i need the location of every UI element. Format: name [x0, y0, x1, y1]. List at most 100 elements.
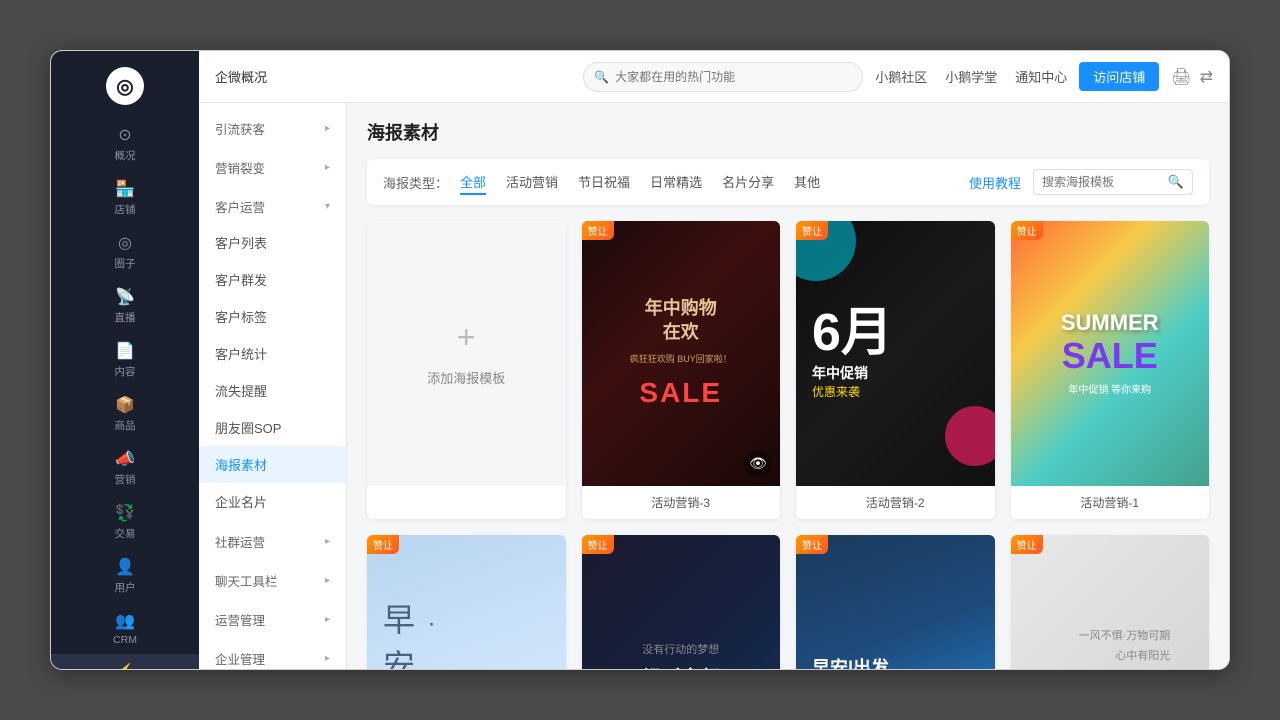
sidebar-item-crm[interactable]: 👥 CRM	[51, 603, 199, 654]
sidebar-label-marketing: 营销	[115, 472, 136, 487]
chevron-right-icon-4: ▸	[325, 575, 330, 586]
poster-card-4[interactable]: 赞让 早 · 安 日常精选-1	[367, 535, 566, 669]
poster-card-6[interactable]: 赞让 早安|出发 你每格改变一次·一次变好一点点 日常精选-3	[796, 535, 995, 669]
topbar: 企微概况 🔍 小鹅社区 小鹅学堂 通知中心 访问店铺 🖨 ⇄	[199, 51, 1229, 103]
main-area: 企微概况 🔍 小鹅社区 小鹅学堂 通知中心 访问店铺 🖨 ⇄	[199, 51, 1229, 669]
poster-badge-4: 赞让	[367, 535, 399, 554]
sidebar-item-qiwei[interactable]: ⚡ 企微	[51, 654, 199, 669]
topbar-links: 小鹅社区 小鹅学堂 通知中心	[875, 67, 1067, 86]
chevron-right-icon-6: ▸	[325, 653, 330, 664]
filter-tabs: 全部 活动营销 节日祝福 日常精选 名片分享 其他	[460, 170, 969, 195]
sidebar-label-user: 用户	[115, 580, 136, 595]
sidebar-item-circle[interactable]: ◎ 圈子	[51, 225, 199, 279]
menu-section-ops: 运营管理 ▸	[199, 602, 346, 637]
poster-image-7: 赞让 一风不惧·万物可期 心中有阳光 把每一个日子都过成赤诚 周日	[1011, 535, 1210, 669]
template-search[interactable]: 🔍	[1033, 169, 1193, 195]
poster-name-1: 活动营销-1	[1011, 486, 1210, 519]
printer-icon[interactable]: 🖨	[1171, 67, 1191, 87]
product-icon: 📦	[115, 395, 135, 415]
poster-image-5: 赞让 没有行动的梦想 都叫妄想	[582, 535, 781, 669]
crm-icon: 👥	[115, 611, 135, 631]
menu-item-customer-broadcast[interactable]: 客户群发	[199, 261, 346, 298]
poster-card-3[interactable]: 赞让 年中购物在欢 疯狂狂欢购 BUY回家啦！ SALE 👁 活动营销-3	[582, 221, 781, 519]
menu-item-customer-tag[interactable]: 客户标签	[199, 298, 346, 335]
template-search-input[interactable]	[1042, 175, 1162, 189]
poster-card-1[interactable]: 赞让 SUMMER SALE 年中促销 等你来购 活动营销-1	[1011, 221, 1210, 519]
menu-section-customer-title[interactable]: 客户运营 ▾	[199, 189, 346, 224]
menu-section-viral-title[interactable]: 营销裂变 ▸	[199, 150, 346, 185]
poster-badge-2: 赞让	[796, 221, 828, 240]
poster-preview-icon-3: 👁	[744, 450, 772, 478]
tutorial-link[interactable]: 使用教程	[969, 173, 1021, 192]
poster-badge-7: 赞让	[1011, 535, 1043, 554]
add-poster-card[interactable]: + 添加海报模板	[367, 221, 566, 519]
poster-badge-6: 赞让	[796, 535, 828, 554]
search-input[interactable]	[615, 70, 852, 84]
menu-section-chat-title[interactable]: 聊天工具栏 ▸	[199, 563, 346, 598]
poster-card-5[interactable]: 赞让 没有行动的梦想 都叫妄想 日常精选-2	[582, 535, 781, 669]
menu-item-lost-reminder[interactable]: 流失提醒	[199, 372, 346, 409]
search-bar[interactable]: 🔍	[583, 62, 863, 92]
filter-tab-other[interactable]: 其他	[794, 170, 820, 195]
sidebar-nav: ⊙ 概况 🏪 店铺 ◎ 圈子 📡 直播 📄 内容 📦 商品	[51, 117, 199, 669]
topbar-link-notice[interactable]: 通知中心	[1015, 67, 1067, 86]
sidebar-label-live: 直播	[115, 310, 136, 325]
sidebar-item-user[interactable]: 👤 用户	[51, 549, 199, 603]
sidebar-item-live[interactable]: 📡 直播	[51, 279, 199, 333]
sidebar-item-product[interactable]: 📦 商品	[51, 387, 199, 441]
menu-item-customer-list[interactable]: 客户列表	[199, 224, 346, 261]
visit-store-button[interactable]: 访问店铺	[1079, 62, 1159, 91]
topbar-link-community[interactable]: 小鹅社区	[875, 67, 927, 86]
topbar-link-school[interactable]: 小鹅学堂	[945, 67, 997, 86]
marketing-icon: 📣	[115, 449, 135, 469]
live-icon: 📡	[115, 287, 135, 307]
chevron-right-icon-3: ▸	[325, 536, 330, 547]
filter-tab-card[interactable]: 名片分享	[722, 170, 774, 195]
trade-icon: 💱	[115, 503, 135, 523]
filter-tab-all[interactable]: 全部	[460, 170, 486, 195]
overview-icon: ⊙	[118, 125, 131, 145]
filter-tab-holiday[interactable]: 节日祝福	[578, 170, 630, 195]
sidebar-item-overview[interactable]: ⊙ 概况	[51, 117, 199, 171]
menu-item-business-card[interactable]: 企业名片	[199, 483, 346, 520]
menu-item-poster-materials[interactable]: 海报素材	[199, 446, 346, 483]
poster-card-2[interactable]: 赞让 6月 年中促销 优惠来袭 活动营销-2	[796, 221, 995, 519]
poster-badge-1: 赞让	[1011, 221, 1043, 240]
sidebar-label-circle: 圈子	[115, 256, 136, 271]
menu-item-moments-sop[interactable]: 朋友圈SOP	[199, 409, 346, 446]
menu-section-attract-title[interactable]: 引流获客 ▸	[199, 111, 346, 146]
user-icon: 👤	[115, 557, 135, 577]
poster-card-7[interactable]: 赞让 一风不惧·万物可期 心中有阳光 把每一个日子都过成赤诚 周日 日常精选-4	[1011, 535, 1210, 669]
poster-badge-5: 赞让	[582, 535, 614, 554]
menu-section-enterprise-title[interactable]: 企业管理 ▸	[199, 641, 346, 669]
sidebar-item-content[interactable]: 📄 内容	[51, 333, 199, 387]
shop-icon: 🏪	[115, 179, 135, 199]
chevron-right-icon-5: ▸	[325, 614, 330, 625]
poster-image-3: 赞让 年中购物在欢 疯狂狂欢购 BUY回家啦！ SALE 👁	[582, 221, 781, 486]
content-icon: 📄	[115, 341, 135, 361]
poster-image-1: 赞让 SUMMER SALE 年中促销 等你来购	[1011, 221, 1210, 486]
menu-item-customer-stats[interactable]: 客户统计	[199, 335, 346, 372]
filter-tab-activity[interactable]: 活动营销	[506, 170, 558, 195]
page-title: 海报素材	[367, 119, 439, 145]
sidebar-label-product: 商品	[115, 418, 136, 433]
chevron-right-icon: ▸	[325, 123, 330, 134]
topbar-icon-group: 🖨 ⇄	[1171, 67, 1213, 87]
sidebar-item-shop[interactable]: 🏪 店铺	[51, 171, 199, 225]
menu-section-community-title[interactable]: 社群运营 ▸	[199, 524, 346, 559]
chevron-right-icon-2: ▸	[325, 162, 330, 173]
menu-section-community: 社群运营 ▸	[199, 524, 346, 559]
poster-grid: + 添加海报模板 赞让 年中购物在欢 疯狂狂欢购 BUY回家啦！ SALE 👁	[367, 221, 1209, 669]
sidebar-item-trade[interactable]: 💱 交易	[51, 495, 199, 549]
left-menu: 引流获客 ▸ 营销裂变 ▸ 客户运营 ▾ 客户列表 客户群	[199, 103, 347, 669]
add-poster-label: 添加海报模板	[427, 368, 505, 387]
refresh-icon[interactable]: ⇄	[1200, 67, 1213, 87]
content-layout: 引流获客 ▸ 营销裂变 ▸ 客户运营 ▾ 客户列表 客户群	[199, 103, 1229, 669]
menu-section-ops-title[interactable]: 运营管理 ▸	[199, 602, 346, 637]
poster-name-2: 活动营销-2	[796, 486, 995, 519]
sidebar-item-marketing[interactable]: 📣 营销	[51, 441, 199, 495]
add-poster-area[interactable]: + 添加海报模板	[367, 221, 566, 486]
filter-tab-daily[interactable]: 日常精选	[650, 170, 702, 195]
app-window: ◎ ⊙ 概况 🏪 店铺 ◎ 圈子 📡 直播 📄 内容	[50, 50, 1230, 670]
menu-section-enterprise: 企业管理 ▸	[199, 641, 346, 669]
